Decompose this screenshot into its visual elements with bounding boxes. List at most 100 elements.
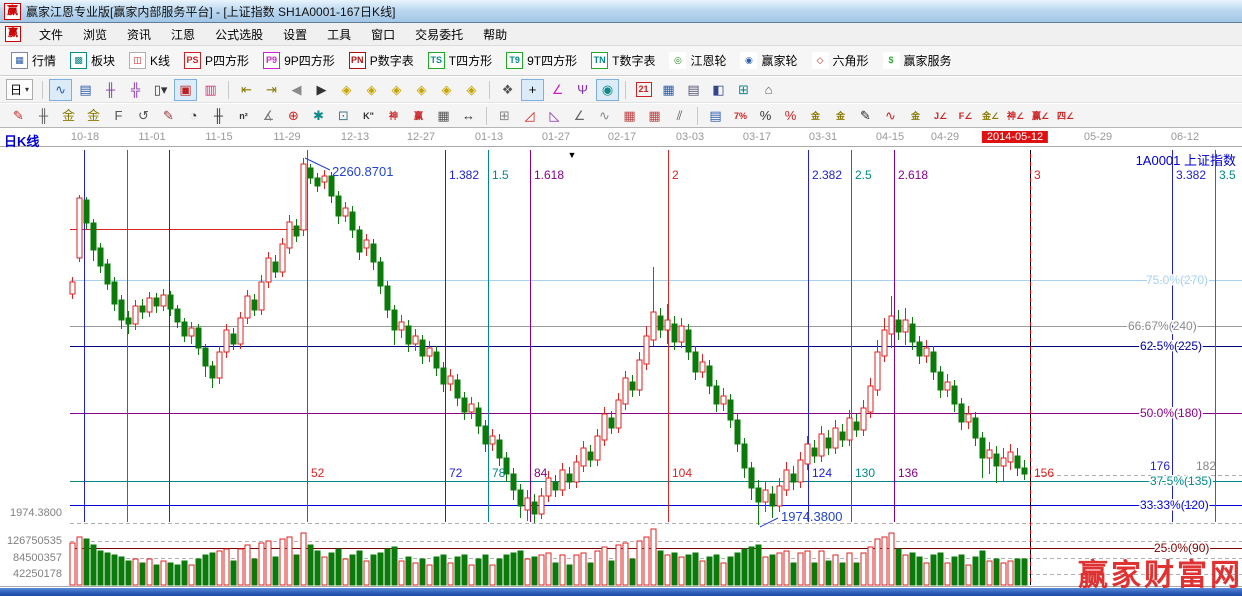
- draw-ying-angle-icon[interactable]: 赢∠: [1029, 105, 1052, 127]
- tool-chart-style-icon[interactable]: ∿: [49, 79, 72, 101]
- draw-grid-123-icon[interactable]: ▦: [432, 105, 455, 127]
- draw-fan-red-icon[interactable]: ◿: [518, 105, 541, 127]
- tool-crosshair-tool-icon[interactable]: +: [521, 79, 544, 101]
- menu-item-gann[interactable]: 江恩: [161, 24, 205, 45]
- draw-slash-lines-icon[interactable]: ⫽: [668, 105, 691, 127]
- menu-item-help[interactable]: 帮助: [473, 24, 517, 45]
- tool-zoom-right-icon[interactable]: ◈: [360, 79, 383, 101]
- toolbar-button-hexagon[interactable]: ◇六角形: [805, 50, 876, 71]
- toolbar-button-9t-square[interactable]: T99T四方形: [499, 50, 584, 71]
- draw-box-grid-icon[interactable]: ⊞: [493, 105, 516, 127]
- candle-body: [448, 376, 453, 384]
- tool-angle-measure-icon[interactable]: ∠: [546, 79, 569, 101]
- draw-wave-percent-icon[interactable]: ∿: [879, 105, 902, 127]
- menu-item-settings[interactable]: 设置: [273, 24, 317, 45]
- toolbar-button-winner-service[interactable]: $赢家服务: [876, 50, 959, 71]
- volume-bar: [665, 555, 670, 585]
- draw-percent-strike-icon[interactable]: 7%: [729, 105, 752, 127]
- tool-goto-first-icon[interactable]: ⇤: [235, 79, 258, 101]
- draw-f-angle-icon[interactable]: F∠: [954, 105, 977, 127]
- tool-step-forward-icon[interactable]: ▶: [310, 79, 333, 101]
- tool-info-panel-icon[interactable]: ▤: [74, 79, 97, 101]
- tool-flower-tool-icon[interactable]: Ψ: [571, 79, 594, 101]
- tool-zoom-left-icon[interactable]: ◈: [335, 79, 358, 101]
- draw-gold-circle-icon[interactable]: 金: [804, 105, 827, 127]
- draw-grid-red-2-icon[interactable]: ▦: [643, 105, 666, 127]
- tool-save-icon[interactable]: ◧: [707, 79, 730, 101]
- tool-step-back-icon[interactable]: ◀: [285, 79, 308, 101]
- toolbar-button-p-digit-table[interactable]: PNP数字表: [342, 50, 421, 71]
- draw-angle-lines-icon[interactable]: ∠: [568, 105, 591, 127]
- tool-remote-pc-icon[interactable]: ⌂: [757, 79, 780, 101]
- draw-gold-angle-0-icon[interactable]: 金: [904, 105, 927, 127]
- draw-wave-lines-icon[interactable]: ∿: [593, 105, 616, 127]
- draw-stat-panel-icon[interactable]: ▤: [704, 105, 727, 127]
- draw-gold-ruler-1-icon[interactable]: 金: [57, 105, 80, 127]
- draw-tick-ruler-icon[interactable]: ╫: [207, 105, 230, 127]
- draw-time-circle-icon[interactable]: ◔: [182, 105, 205, 127]
- menu-item-file[interactable]: 文件: [29, 24, 73, 45]
- tool-goto-last-icon[interactable]: ⇥: [260, 79, 283, 101]
- tool-zoom-all-icon[interactable]: ◈: [460, 79, 483, 101]
- toolbar-button-quotes[interactable]: ▦行情: [4, 50, 63, 71]
- draw-pencil-icon[interactable]: ✎: [7, 105, 30, 127]
- draw-percent-icon[interactable]: %: [754, 105, 777, 127]
- draw-gold-angle-icon[interactable]: 金∠: [979, 105, 1002, 127]
- draw-gold-ruler-2-icon[interactable]: 金: [82, 105, 105, 127]
- tool-send-web-icon[interactable]: ⊞: [732, 79, 755, 101]
- draw-four-angle-icon[interactable]: 四∠: [1054, 105, 1077, 127]
- toolbar-button-t-digit-table[interactable]: TNT数字表: [584, 50, 662, 71]
- menu-item-tools[interactable]: 工具: [317, 24, 361, 45]
- tool-histogram-icon[interactable]: ▥: [199, 79, 222, 101]
- toolbar-button-sectors[interactable]: ▩板块: [63, 50, 122, 71]
- tool-candle-type-icon[interactable]: ▯▾: [149, 79, 172, 101]
- draw-fan-purple-icon[interactable]: ◺: [543, 105, 566, 127]
- t-square-icon: TS: [428, 52, 445, 69]
- tool-bars-9-icon[interactable]: ╬: [124, 79, 147, 101]
- draw-angle-ruler-icon[interactable]: ∡: [257, 105, 280, 127]
- draw-spiral-icon[interactable]: ↺: [132, 105, 155, 127]
- tool-cycle-tool-icon[interactable]: ◉: [596, 79, 619, 101]
- draw-ink-tool-icon[interactable]: ✎: [854, 105, 877, 127]
- toolbar-button-t-square[interactable]: TST四方形: [421, 50, 499, 71]
- tool-hand-tool-icon[interactable]: ❖: [496, 79, 519, 101]
- draw-gold-line-icon[interactable]: 金: [829, 105, 852, 127]
- toolbar-button-p-square[interactable]: PSP四方形: [177, 50, 256, 71]
- menu-item-browse[interactable]: 浏览: [73, 24, 117, 45]
- draw-span-arrow-icon[interactable]: ↔: [457, 105, 480, 127]
- draw-time-ruler-icon[interactable]: ╫: [32, 105, 55, 127]
- tool-zoom-in-icon[interactable]: ◈: [410, 79, 433, 101]
- tool-calculator-icon[interactable]: ▦: [657, 79, 680, 101]
- draw-shen-angle-icon[interactable]: 神∠: [1004, 105, 1027, 127]
- chart-area[interactable]: 日K线 10-1811-0111-1511-2912-1312-2701-130…: [0, 129, 1242, 588]
- toolbar-button-gann-wheel[interactable]: ◎江恩轮: [662, 50, 733, 71]
- tool-red-frame-icon[interactable]: ▣: [174, 79, 197, 101]
- draw-ying-tool-icon[interactable]: 赢: [407, 105, 430, 127]
- draw-percent-line-icon[interactable]: %: [779, 105, 802, 127]
- tool-bars-3-icon[interactable]: ╫: [99, 79, 122, 101]
- tool-calendar-icon[interactable]: 21: [632, 79, 655, 101]
- toolbar-button-9p-square[interactable]: P99P四方形: [256, 50, 342, 71]
- draw-grid-red-1-icon[interactable]: ▦: [618, 105, 641, 127]
- draw-circle-target-icon[interactable]: ⊕: [282, 105, 305, 127]
- menu-item-news[interactable]: 资讯: [117, 24, 161, 45]
- draw-grid-target-icon[interactable]: ⊡: [332, 105, 355, 127]
- draw-k-mark-icon[interactable]: K": [357, 105, 380, 127]
- draw-f-ruler-icon[interactable]: F: [107, 105, 130, 127]
- menu-item-formula-stock-pick[interactable]: 公式选股: [205, 24, 273, 45]
- menu-item-trade-order[interactable]: 交易委托: [405, 24, 473, 45]
- draw-shen-tool-icon[interactable]: 神: [382, 105, 405, 127]
- menu-item-window[interactable]: 窗口: [361, 24, 405, 45]
- draw-brush-icon[interactable]: ✎: [157, 105, 180, 127]
- draw-n-square-icon[interactable]: n²: [232, 105, 255, 127]
- tool-zoom-h-icon[interactable]: ◈: [385, 79, 408, 101]
- period-selector[interactable]: 日▾: [6, 79, 33, 100]
- toolbar-button-kline[interactable]: ◫K线: [122, 50, 177, 71]
- title-bar[interactable]: 赢 赢家江恩专业版[赢家内部服务平台] - [上证指数 SH1A0001-167…: [0, 0, 1242, 23]
- draw-spider-web-icon[interactable]: ✱: [307, 105, 330, 127]
- draw-j-angle-icon[interactable]: J∠: [929, 105, 952, 127]
- tool-zoom-out-icon[interactable]: ◈: [435, 79, 458, 101]
- tool-notes-icon[interactable]: ▤: [682, 79, 705, 101]
- toolbar-button-winner-wheel[interactable]: ◉赢家轮: [733, 50, 804, 71]
- kline-chart-canvas[interactable]: 1.3821.51.61822.3822.52.61833.3823.55272…: [0, 129, 1242, 588]
